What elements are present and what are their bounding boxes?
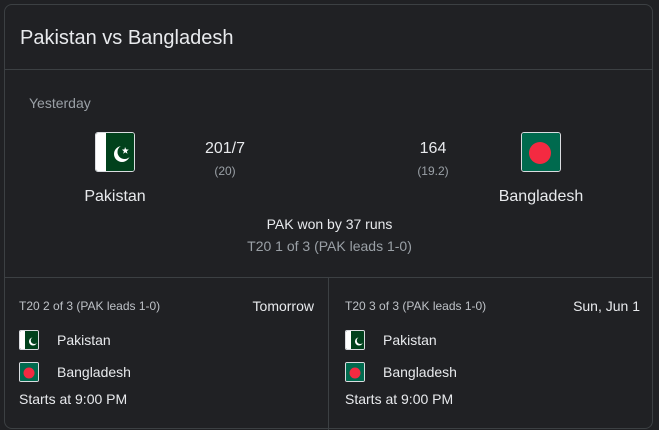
divider xyxy=(5,69,652,70)
team2-score: 164 xyxy=(419,140,447,157)
bangladesh-flag-icon xyxy=(345,362,365,382)
upcoming-match-2[interactable]: T20 3 of 3 (PAK leads 1-0) Sun, Jun 1 Pa… xyxy=(331,277,654,430)
match-card: Pakistan vs Bangladesh Yesterday Pakista… xyxy=(4,4,654,430)
team1-name: Pakistan xyxy=(84,188,146,205)
upcoming-start-time: Starts at 9:00 PM xyxy=(19,391,128,407)
upcoming-date: Sun, Jun 1 xyxy=(573,298,640,314)
upcoming-team1-name: Pakistan xyxy=(57,332,111,348)
upcoming-start-time: Starts at 9:00 PM xyxy=(345,391,454,407)
upcoming-series: T20 2 of 3 (PAK leads 1-0) xyxy=(19,299,161,313)
team1-overs: (20) xyxy=(214,164,236,178)
match-result: PAK won by 37 runs xyxy=(266,216,393,232)
team2-name: Bangladesh xyxy=(498,188,584,205)
upcoming-team2-name: Bangladesh xyxy=(383,364,457,380)
divider xyxy=(328,277,329,430)
bangladesh-flag-icon xyxy=(19,362,39,382)
upcoming-series: T20 3 of 3 (PAK leads 1-0) xyxy=(345,299,487,313)
team2-overs: (19.2) xyxy=(417,164,449,178)
upcoming-date: Tomorrow xyxy=(252,298,314,314)
match-series: T20 1 of 3 (PAK leads 1-0) xyxy=(247,238,412,254)
team1-score: 201/7 xyxy=(204,140,246,157)
upcoming-team2-name: Bangladesh xyxy=(57,364,131,380)
match-date: Yesterday xyxy=(29,95,91,111)
card-title[interactable]: Pakistan vs Bangladesh xyxy=(20,27,233,50)
upcoming-team1-name: Pakistan xyxy=(383,332,437,348)
bangladesh-flag-icon xyxy=(521,132,561,172)
upcoming-match-1[interactable]: T20 2 of 3 (PAK leads 1-0) Tomorrow Paki… xyxy=(5,277,328,430)
pakistan-flag-icon xyxy=(95,132,135,172)
pakistan-flag-icon xyxy=(19,330,39,350)
pakistan-flag-icon xyxy=(345,330,365,350)
